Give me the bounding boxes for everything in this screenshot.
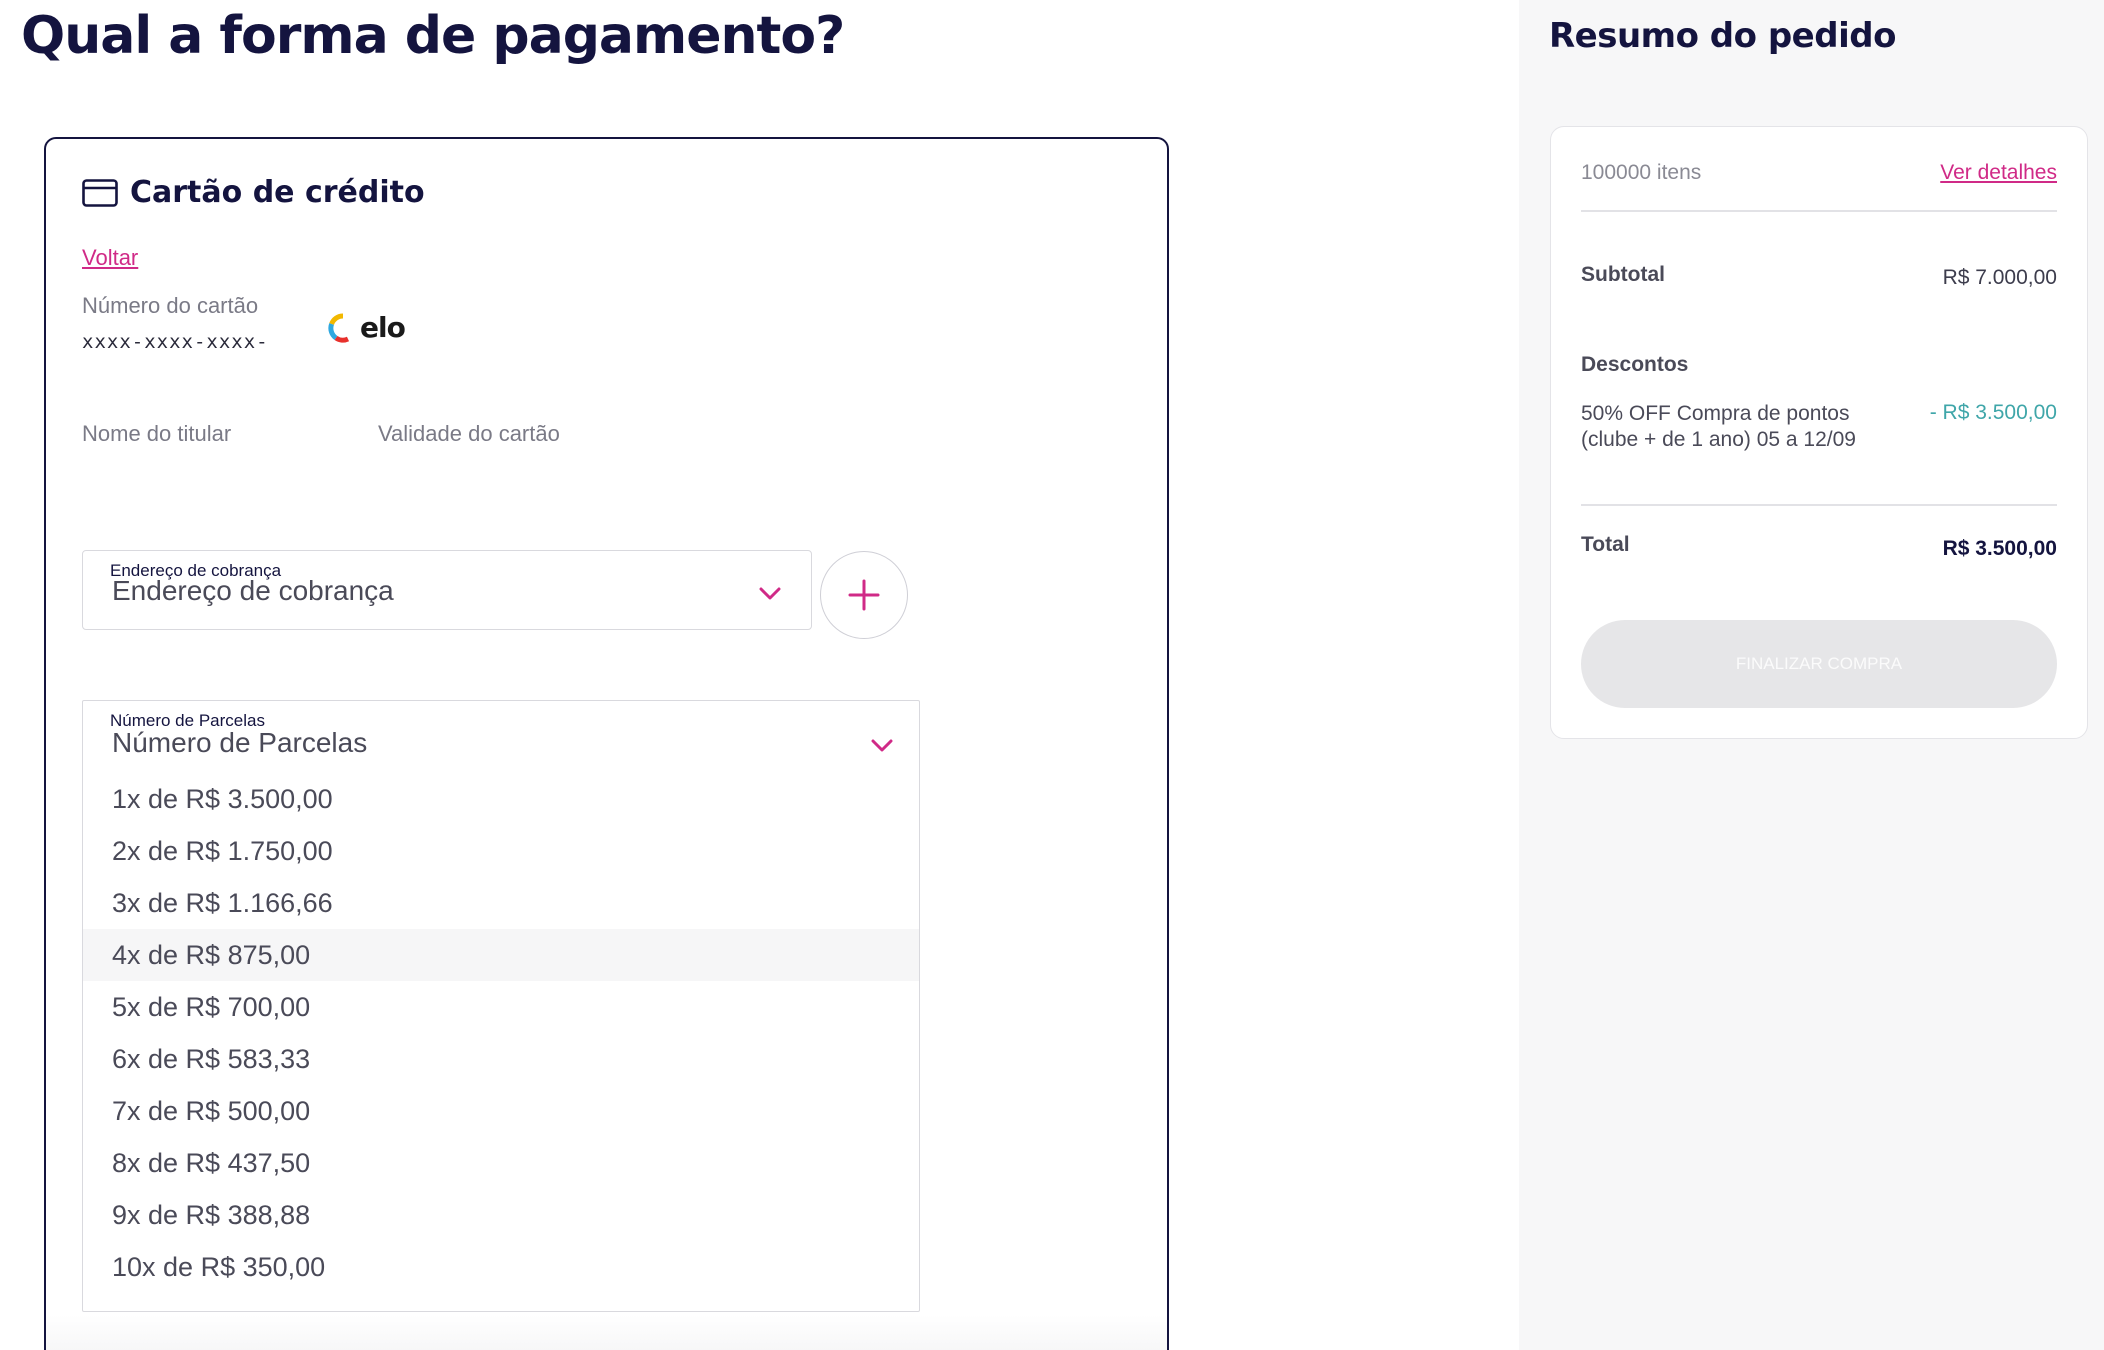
back-link[interactable]: Voltar xyxy=(82,245,138,271)
discount-description: 50% OFF Compra de pontos (clube + de 1 a… xyxy=(1581,402,1856,451)
discounts-label: Descontos xyxy=(1581,353,1689,376)
total-value: R$ 3.500,00 xyxy=(1942,537,2057,560)
card-expiry-label: Validade do cartão xyxy=(378,421,560,446)
billing-address-value: Endereço de cobrança xyxy=(112,575,394,606)
panel-fade xyxy=(46,1315,1167,1350)
items-count: 100000 itens xyxy=(1581,161,1702,184)
finish-purchase-button[interactable]: FINALIZAR COMPRA xyxy=(1581,620,2057,708)
order-summary-title: Resumo do pedido xyxy=(1549,16,1896,56)
installments-options-list: 1x de R$ 3.500,00 2x de R$ 1.750,00 3x d… xyxy=(83,773,919,1293)
subtotal-label: Subtotal xyxy=(1581,263,1665,286)
installment-option[interactable]: 6x de R$ 583,33 xyxy=(83,1033,919,1085)
payment-main: Qual a forma de pagamento? Cartão de cré… xyxy=(0,0,1519,1350)
page-title: Qual a forma de pagamento? xyxy=(21,6,845,66)
order-summary-sidebar: Resumo do pedido 100000 itens Ver detalh… xyxy=(1519,0,2104,1350)
installment-option[interactable]: 8x de R$ 437,50 xyxy=(83,1137,919,1189)
installment-option[interactable]: 9x de R$ 388,88 xyxy=(83,1189,919,1241)
credit-card-icon xyxy=(82,178,118,207)
view-details-link[interactable]: Ver detalhes xyxy=(1940,161,2057,185)
holder-name-label: Nome do titular xyxy=(82,421,232,446)
installments-select[interactable]: Número de Parcelas Número de Parcelas 1x… xyxy=(82,700,920,1312)
card-number-label: Número do cartão xyxy=(82,293,259,318)
installment-option[interactable]: 2x de R$ 1.750,00 xyxy=(83,825,919,877)
credit-card-panel: Cartão de crédito Voltar Número do cartã… xyxy=(44,137,1169,1350)
elo-brand-name: elo xyxy=(360,311,406,344)
summary-divider xyxy=(1581,210,2057,212)
discount-value: - R$ 3.500,00 xyxy=(1929,401,2057,424)
installments-value: Número de Parcelas xyxy=(112,727,368,758)
card-number-value[interactable]: xxxx-xxxx-xxxx- xyxy=(82,331,269,353)
discount-item-row: 50% OFF Compra de pontos (clube + de 1 a… xyxy=(1581,401,2057,453)
items-row: 100000 itens Ver detalhes xyxy=(1581,161,2057,185)
installment-option[interactable]: 7x de R$ 500,00 xyxy=(83,1085,919,1137)
payment-method-title: Cartão de crédito xyxy=(130,175,425,210)
chevron-down-icon xyxy=(759,587,781,606)
summary-divider xyxy=(1581,504,2057,506)
elo-logo-icon xyxy=(328,312,350,343)
total-label: Total xyxy=(1581,533,1630,556)
plus-icon xyxy=(848,579,880,611)
elo-brand-logo: elo xyxy=(328,311,406,344)
installment-option-hovered[interactable]: 4x de R$ 875,00 xyxy=(83,929,919,981)
installment-option[interactable]: 3x de R$ 1.166,66 xyxy=(83,877,919,929)
subtotal-row: Subtotal R$ 7.000,00 xyxy=(1581,263,2057,289)
total-row: Total R$ 3.500,00 xyxy=(1581,533,2057,560)
add-address-button[interactable] xyxy=(820,551,908,639)
subtotal-value: R$ 7.000,00 xyxy=(1942,266,2057,289)
installment-option[interactable]: 5x de R$ 700,00 xyxy=(83,981,919,1033)
credit-card-header: Cartão de crédito xyxy=(82,175,425,210)
order-summary-card: 100000 itens Ver detalhes Subtotal R$ 7.… xyxy=(1550,126,2088,739)
chevron-down-icon xyxy=(871,739,893,758)
installment-option[interactable]: 10x de R$ 350,00 xyxy=(83,1241,919,1293)
billing-address-select[interactable]: Endereço de cobrança Endereço de cobranç… xyxy=(82,550,812,630)
installment-option[interactable]: 1x de R$ 3.500,00 xyxy=(83,773,919,825)
discounts-row: Descontos xyxy=(1581,353,2057,377)
